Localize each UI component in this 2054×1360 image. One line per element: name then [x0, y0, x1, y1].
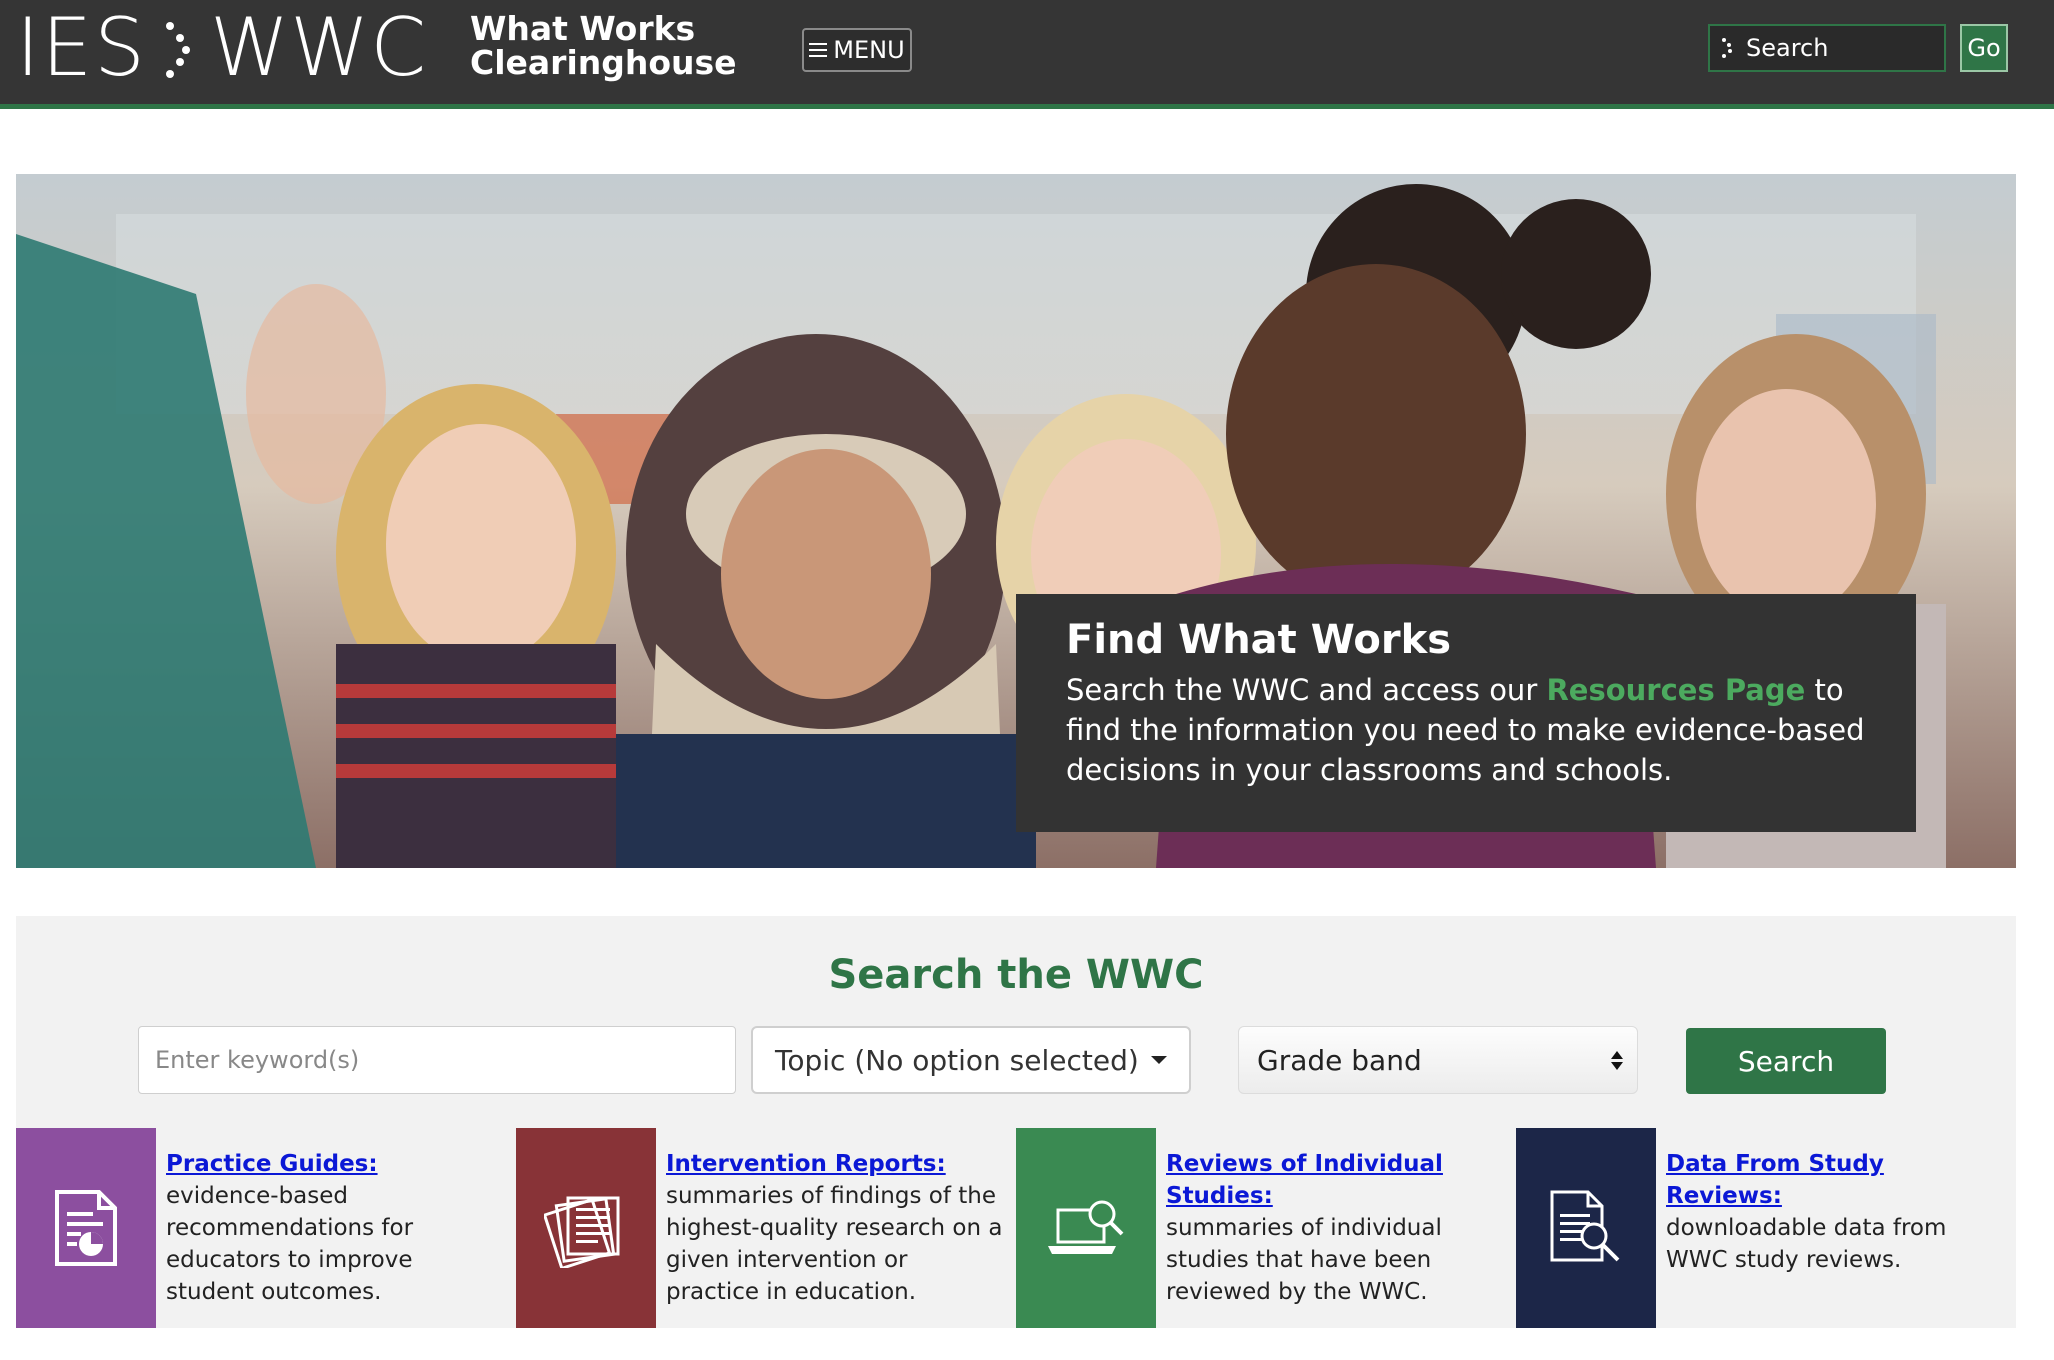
grade-band-label: Grade band — [1257, 1043, 1422, 1077]
search-panel: Search the WWC Topic (No option selected… — [16, 916, 2016, 1328]
hero-text-before: Search the WWC and access our — [1066, 673, 1547, 707]
wwc-logo[interactable]: WWC — [210, 8, 427, 88]
tile-intervention-reports: Intervention Reports: summaries of findi… — [516, 1128, 1006, 1328]
tile-text: Practice Guides: evidence-based recommen… — [166, 1148, 506, 1308]
topic-dropdown[interactable]: Topic (No option selected) — [751, 1026, 1191, 1094]
topic-dropdown-label: Topic (No option selected) — [775, 1043, 1139, 1077]
resources-page-link[interactable]: Resources Page — [1546, 673, 1805, 707]
hero-banner: Find What Works Search the WWC and acces… — [16, 174, 2016, 868]
keyword-input[interactable] — [138, 1026, 736, 1094]
tile-description: evidence-based recommendations for educa… — [166, 1183, 414, 1305]
go-button[interactable]: Go — [1960, 24, 2008, 72]
stacked-papers-icon — [544, 1196, 620, 1268]
data-study-reviews-link[interactable]: Data From Study Reviews: — [1666, 1148, 2006, 1212]
tile-icon-box[interactable] — [516, 1128, 656, 1328]
tagline-line-2: Clearinghouse — [470, 43, 737, 82]
site-header: IES WWC What Works Clearinghouse MENU Go — [0, 0, 2054, 109]
reviews-individual-studies-link[interactable]: Reviews of Individual Studies: — [1166, 1148, 1506, 1212]
ies-logo[interactable]: IES — [16, 8, 147, 88]
tagline-line-1: What Works — [470, 9, 696, 48]
practice-guides-link[interactable]: Practice Guides: — [166, 1148, 506, 1180]
document-search-icon — [1550, 1190, 1620, 1262]
menu-button[interactable]: MENU — [802, 28, 912, 72]
hero-title: Find What Works — [1066, 617, 1452, 663]
header-search-input[interactable] — [1744, 33, 1938, 63]
hero-card: Find What Works Search the WWC and acces… — [1016, 594, 1916, 832]
tile-description: summaries of findings of the highest-qua… — [666, 1183, 1003, 1305]
hamburger-icon — [809, 43, 828, 57]
tile-practice-guides: Practice Guides: evidence-based recommen… — [16, 1128, 506, 1328]
tile-description: summaries of individual studies that hav… — [1166, 1215, 1442, 1305]
document-chart-icon — [55, 1190, 117, 1266]
tile-reviews-individual-studies: Reviews of Individual Studies: summaries… — [1016, 1128, 1506, 1328]
search-button[interactable]: Search — [1686, 1028, 1886, 1094]
search-dots-icon — [1722, 38, 1732, 58]
intervention-reports-link[interactable]: Intervention Reports: — [666, 1148, 1006, 1180]
hero-description: Search the WWC and access our Resources … — [1066, 670, 1866, 790]
tile-text: Reviews of Individual Studies: summaries… — [1166, 1148, 1506, 1308]
tile-icon-box[interactable] — [1516, 1128, 1656, 1328]
logo-separator-icon — [166, 22, 190, 78]
laptop-magnifier-icon — [1048, 1200, 1124, 1254]
header-search — [1708, 24, 1946, 72]
tile-icon-box[interactable] — [1016, 1128, 1156, 1328]
menu-label: MENU — [833, 36, 905, 64]
tile-data-study-reviews: Data From Study Reviews: downloadable da… — [1516, 1128, 2016, 1328]
search-heading: Search the WWC — [828, 952, 1204, 998]
tile-description: downloadable data from WWC study reviews… — [1666, 1215, 1947, 1273]
tile-text: Intervention Reports: summaries of findi… — [666, 1148, 1006, 1308]
select-arrows-icon — [1611, 1050, 1623, 1070]
site-tagline[interactable]: What Works Clearinghouse — [470, 9, 737, 82]
tile-text: Data From Study Reviews: downloadable da… — [1666, 1148, 2006, 1276]
caret-down-icon — [1150, 1056, 1167, 1064]
grade-band-select[interactable]: Grade band — [1238, 1026, 1638, 1094]
tile-icon-box[interactable] — [16, 1128, 156, 1328]
